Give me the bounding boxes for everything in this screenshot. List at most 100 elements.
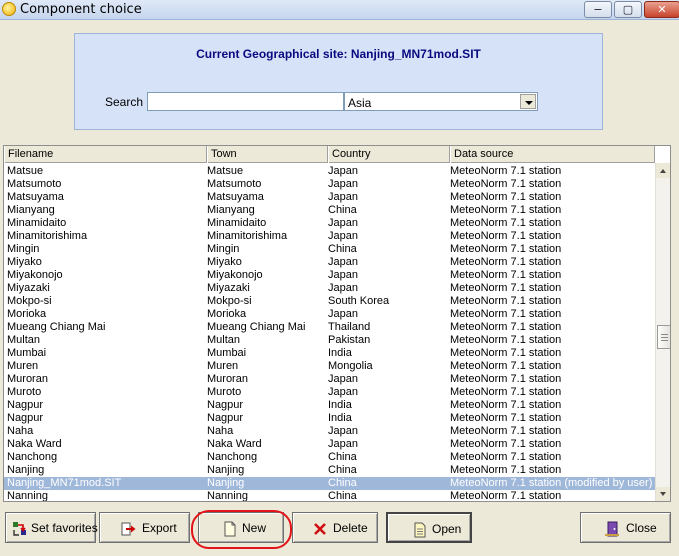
annotation-highlight-ring [191, 510, 292, 549]
country-cell: China [328, 464, 357, 476]
table-row[interactable]: Nanjing Nanjing China MeteoNorm 7.1 station [4, 464, 655, 477]
chevron-down-icon [525, 101, 533, 105]
table-row[interactable]: Muren Muren Mongolia MeteoNorm 7.1 station [4, 360, 655, 373]
table-row[interactable]: Muroran Muroran Japan MeteoNorm 7.1 station [4, 373, 655, 386]
filename-cell: Nanjing_MN71mod.SIT [7, 477, 122, 489]
filename-cell: Nagpur [7, 412, 44, 424]
column-header-filename[interactable]: Filename [4, 146, 207, 163]
table-row[interactable]: Matsuyama Matsuyama Japan MeteoNorm 7.1 sta… [4, 191, 655, 204]
data-source-cell: MeteoNorm 7.1 station [450, 386, 562, 398]
filename-cell: Matsuyama [7, 191, 64, 203]
scroll-down-button[interactable] [656, 487, 670, 501]
scroll-thumb[interactable] [657, 325, 670, 349]
search-label: Search [105, 95, 144, 109]
set-favorites-button[interactable]: Set favorites [5, 512, 98, 543]
data-source-cell: MeteoNorm 7.1 station [450, 243, 562, 255]
table-row[interactable]: Nanjing_MN71mod.SIT Nanjing China MeteoNorm… [4, 477, 655, 490]
country-cell: China [328, 477, 357, 489]
town-cell: Morioka [207, 308, 247, 320]
table-row[interactable]: Miyakonojo Miyakonojo Japan MeteoNorm 7.1 s… [4, 269, 655, 282]
table-row[interactable]: Mingin Mingin China MeteoNorm 7.1 station [4, 243, 655, 256]
table-row[interactable]: Mumbai Mumbai India MeteoNorm 7.1 station [4, 347, 655, 360]
maximize-button[interactable]: ▢ [614, 1, 642, 18]
open-document-icon [414, 522, 426, 538]
open-label: Open [432, 522, 462, 536]
filename-cell: Muroto [7, 386, 42, 398]
favorites-icon [13, 522, 26, 536]
table-row[interactable]: Naka Ward Naka Ward Japan MeteoNorm 7.1 sta… [4, 438, 655, 451]
table-row[interactable]: Matsue Matsue Japan MeteoNorm 7.1 station [4, 165, 655, 178]
delete-button[interactable]: Delete [292, 512, 378, 543]
table-row[interactable]: Morioka Morioka Japan MeteoNorm 7.1 station [4, 308, 655, 321]
country-cell: Japan [328, 438, 358, 450]
country-cell: Japan [328, 269, 358, 281]
town-cell: Mingin [207, 243, 240, 255]
region-dropdown[interactable]: Asia [344, 92, 538, 111]
station-list[interactable]: Filename Town Country Data source Matsue… [3, 145, 671, 502]
country-cell: Pakistan [328, 334, 371, 346]
search-input[interactable] [147, 92, 344, 111]
column-header-data-source[interactable]: Data source [450, 146, 655, 163]
exit-door-icon [605, 521, 619, 537]
list-header: Filename Town Country Data source [4, 146, 655, 163]
filename-cell: Miyazaki [7, 282, 50, 294]
table-row[interactable]: Minamidaito Minamidaito Japan MeteoNorm 7.1… [4, 217, 655, 230]
data-source-cell: MeteoNorm 7.1 station [450, 204, 562, 216]
window-close-button[interactable]: ✕ [644, 1, 679, 18]
export-button[interactable]: Export [99, 512, 190, 543]
data-source-cell: MeteoNorm 7.1 station [450, 230, 562, 242]
data-source-cell: MeteoNorm 7.1 station [450, 373, 562, 385]
table-row[interactable]: Naha Naha Japan MeteoNorm 7.1 station [4, 425, 655, 438]
table-row[interactable]: Miyazaki Miyazaki Japan MeteoNorm 7.1 stati… [4, 282, 655, 295]
open-button[interactable]: Open [386, 512, 472, 543]
filename-cell: Muroran [7, 373, 48, 385]
filename-cell: Nanjing [7, 464, 45, 476]
town-cell: Mokpo-si [207, 295, 252, 307]
data-source-cell: MeteoNorm 7.1 station (modified by user) [450, 477, 653, 489]
filename-cell: Morioka [7, 308, 47, 320]
town-cell: Minamidaito [207, 217, 267, 229]
table-row[interactable]: Nagpur Nagpur India MeteoNorm 7.1 station [4, 412, 655, 425]
country-cell: Mongolia [328, 360, 373, 372]
dropdown-button[interactable] [520, 94, 536, 109]
town-cell: Naka Ward [207, 438, 262, 450]
minimize-button[interactable]: − [584, 1, 612, 18]
data-source-cell: MeteoNorm 7.1 station [450, 347, 562, 359]
table-row[interactable]: Miyako Miyako Japan MeteoNorm 7.1 station [4, 256, 655, 269]
delete-x-icon [314, 523, 326, 535]
town-cell: Muren [207, 360, 239, 372]
set-favorites-label: Set favorites [31, 521, 98, 535]
table-row[interactable]: Mokpo-si Mokpo-si South Korea MeteoNorm 7.1… [4, 295, 655, 308]
data-source-cell: MeteoNorm 7.1 station [450, 399, 562, 411]
table-row[interactable]: Matsumoto Matsumoto Japan MeteoNorm 7.1 sta… [4, 178, 655, 191]
close-button[interactable]: Close [580, 512, 671, 543]
column-header-town[interactable]: Town [207, 146, 328, 163]
country-cell: Japan [328, 425, 358, 437]
country-cell: Japan [328, 191, 358, 203]
table-row[interactable]: Mianyang Mianyang China MeteoNorm 7.1 stati… [4, 204, 655, 217]
table-row[interactable]: Nagpur Nagpur India MeteoNorm 7.1 station [4, 399, 655, 412]
country-cell: India [328, 347, 352, 359]
country-cell: South Korea [328, 295, 390, 307]
vertical-scrollbar[interactable] [655, 163, 670, 501]
town-cell: Miyakonojo [207, 269, 263, 281]
data-source-cell: MeteoNorm 7.1 station [450, 438, 562, 450]
country-cell: Japan [328, 217, 358, 229]
table-row[interactable]: Minamitorishima Minamitorishima Japan Meteo… [4, 230, 655, 243]
column-header-country[interactable]: Country [328, 146, 450, 163]
table-row[interactable]: Multan Multan Pakistan MeteoNorm 7.1 statio… [4, 334, 655, 347]
table-row[interactable]: Nanning Nanning China MeteoNorm 7.1 station [4, 490, 655, 501]
town-cell: Matsuyama [207, 191, 264, 203]
table-row[interactable]: Nanchong Nanchong China MeteoNorm 7.1 stati… [4, 451, 655, 464]
data-source-cell: MeteoNorm 7.1 station [450, 360, 562, 372]
filename-cell: Nagpur [7, 399, 44, 411]
town-cell: Muroran [207, 373, 248, 385]
scroll-up-button[interactable] [656, 163, 670, 178]
country-cell: Japan [328, 386, 358, 398]
table-row[interactable]: Mueang Chiang Mai Mueang Chiang Mai Thaila… [4, 321, 655, 334]
data-source-cell: MeteoNorm 7.1 station [450, 451, 562, 463]
filename-cell: Mokpo-si [7, 295, 52, 307]
table-row[interactable]: Muroto Muroto Japan MeteoNorm 7.1 station [4, 386, 655, 399]
town-cell: Naha [207, 425, 234, 437]
window-title: Component choice [20, 2, 142, 17]
